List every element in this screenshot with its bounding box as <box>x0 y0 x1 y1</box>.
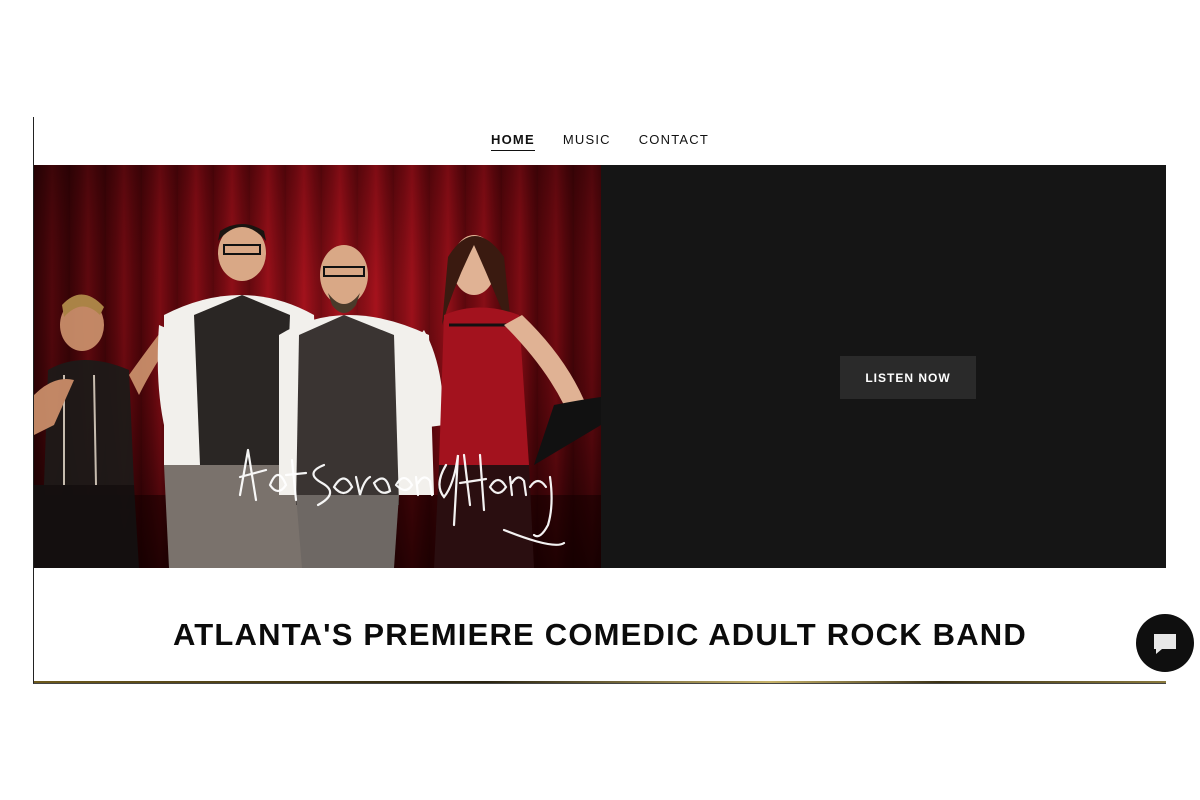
main-nav: HOME MUSIC CONTACT <box>34 117 1166 165</box>
chat-button[interactable] <box>1136 614 1194 672</box>
nav-home[interactable]: HOME <box>491 130 535 151</box>
listen-now-button[interactable]: LISTEN NOW <box>840 356 976 399</box>
site-frame: HOME MUSIC CONTACT LISTEN NOW ATLANTA'S … <box>33 117 1166 684</box>
footer-image-strip <box>34 681 1166 683</box>
hero-cta-panel: LISTEN NOW <box>601 165 1166 568</box>
hero-section: LISTEN NOW <box>34 165 1166 568</box>
page-headline: ATLANTA'S PREMIERE COMEDIC ADULT ROCK BA… <box>173 617 1027 652</box>
chat-bubble-icon <box>1154 634 1176 654</box>
nav-contact[interactable]: CONTACT <box>639 130 709 150</box>
band-photo <box>34 165 601 568</box>
nav-music[interactable]: MUSIC <box>563 130 611 150</box>
band-photo-illustration <box>34 224 601 568</box>
